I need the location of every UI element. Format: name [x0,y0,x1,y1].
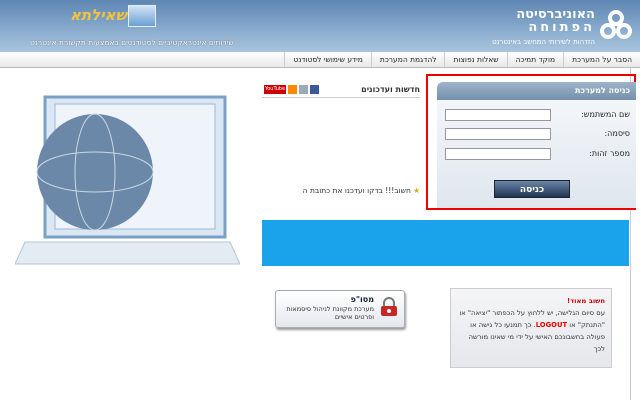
news-header: YouTube חדשות ועדכונים [262,82,420,98]
notice-title: חשוב מאוד! [567,297,605,305]
nav-system-demo[interactable]: להדגמת המערכת [370,52,445,67]
university-subtitle: הזדהות לשירותי המחשב באינטרנט [492,38,595,46]
header: האוניברסיטה הפתוחה הזדהות לשירותי המחשב ב… [0,0,640,52]
youtube-icon[interactable]: YouTube [264,85,286,94]
nav-student-info[interactable]: מידע שימושי לסטודנט [284,52,370,67]
open-university-logo-icon [600,10,632,39]
news-item[interactable]: ★ חשוב!!! בדקו ועדכנו את כתובת ה [270,186,420,195]
username-input[interactable] [445,108,551,121]
app-logo: שאילתא [70,6,127,24]
nav-support-center[interactable]: מוקד תמיכה [506,52,564,67]
login-box: כניסה למערכת שם המשתמש: סיסמה: מספר זהות… [437,82,636,208]
id-number-input[interactable] [445,147,551,160]
login-title: כניסה למערכת [437,82,636,100]
app-subtitle: שירותים אינטראקטיביים לסטודנטים באמצעות … [30,38,234,47]
globe-laptop-image [15,95,240,265]
password-label: סיסמה: [604,129,630,138]
facebook-icon[interactable] [310,85,319,94]
rss-icon[interactable] [288,85,297,94]
main-nav: הסבר על המערכת מוקד תמיכה שאלות נפוצות ל… [0,52,640,68]
email-icon[interactable] [299,85,308,94]
monitor-check-icon [128,5,156,27]
social-icons: YouTube [262,85,319,94]
lock-icon [381,297,397,316]
news-title: חדשות ועדכונים [361,85,420,94]
star-icon: ★ [410,186,420,195]
id-number-label: מספר זהות: [589,149,630,158]
banner[interactable] [262,220,629,266]
nav-faq[interactable]: שאלות נפוצות [444,52,506,67]
logout-notice: חשוב מאוד! עם סיום הגלישה, יש ללחוץ על ה… [450,288,612,368]
logout-keyword: LOGOUT [535,321,568,329]
mosop-title: מסו"פ [350,295,374,304]
university-name: האוניברסיטה הפתוחה [516,7,595,35]
password-input[interactable] [445,127,551,140]
nav-system-explanation[interactable]: הסבר על המערכת [563,52,640,67]
mosop-button[interactable]: מסו"פ מערכת מקוונת לניהול סיסמאות ופרטים… [275,290,405,328]
mosop-description: מערכת מקוונת לניהול סיסמאות ופרטים אישיי… [286,305,374,321]
username-label: שם המשתמש: [581,110,630,119]
login-button[interactable]: כניסה [494,180,570,198]
